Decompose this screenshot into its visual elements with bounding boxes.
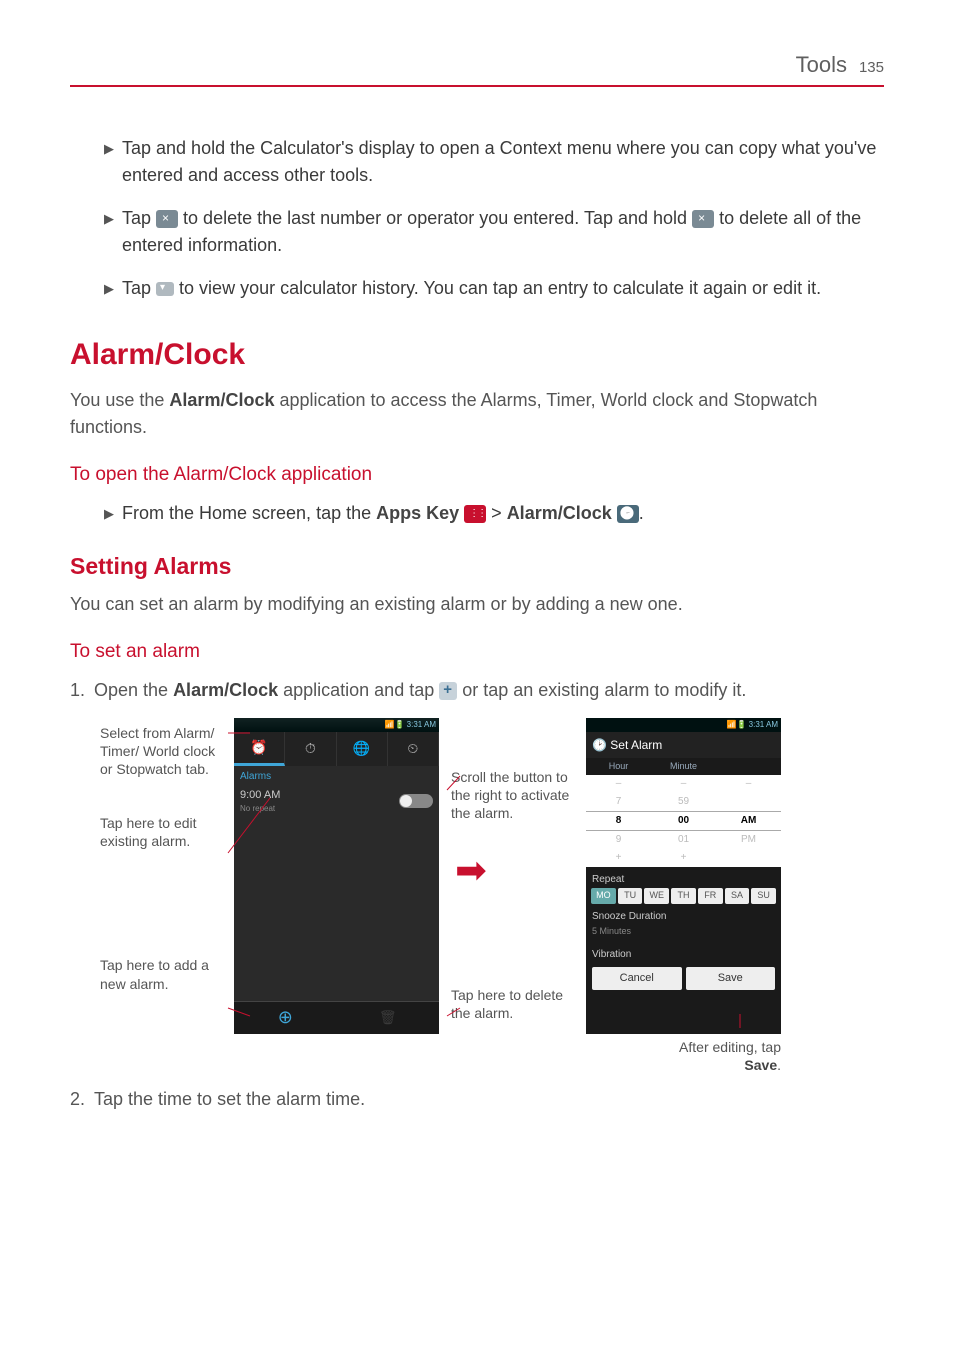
setting-alarms-heading: Setting Alarms bbox=[70, 549, 884, 584]
step-text: Open the Alarm/Clock application and tap… bbox=[94, 677, 884, 704]
step-1: 1. Open the Alarm/Clock application and … bbox=[70, 677, 884, 704]
dropdown-arrow-icon bbox=[156, 282, 174, 296]
annotated-screenshots: Select from Alarm/ Timer/ World clock or… bbox=[100, 718, 884, 1058]
bullet-item: ▶ From the Home screen, tap the Apps Key… bbox=[104, 500, 884, 527]
text-fragment: to delete the last number or operator yo… bbox=[183, 208, 692, 228]
bullet-item: ▶ Tap to view your calculator history. Y… bbox=[104, 275, 884, 302]
bullet-item: ▶ Tap to delete the last number or opera… bbox=[104, 205, 884, 259]
step-number: 2. bbox=[70, 1086, 94, 1113]
calculator-bullets: ▶ Tap and hold the Calculator's display … bbox=[104, 135, 884, 302]
bold-text: Save bbox=[744, 1057, 777, 1073]
open-app-instruction: From the Home screen, tap the Apps Key >… bbox=[122, 500, 884, 527]
bullet-item: ▶ Tap and hold the Calculator's display … bbox=[104, 135, 884, 189]
text-fragment: You use the bbox=[70, 390, 169, 410]
step-number: 1. bbox=[70, 677, 94, 704]
bullet-text: Tap and hold the Calculator's display to… bbox=[122, 135, 884, 189]
bullet-text: Tap to delete the last number or operato… bbox=[122, 205, 884, 259]
text-fragment: . bbox=[777, 1057, 781, 1073]
triangle-bullet-icon: ▶ bbox=[104, 135, 122, 189]
bold-text: Alarm/Clock bbox=[173, 680, 278, 700]
leader-lines bbox=[100, 718, 800, 1058]
add-alarm-plus-icon bbox=[439, 682, 457, 700]
text-fragment: > bbox=[491, 503, 507, 523]
alarm-clock-app-icon bbox=[617, 505, 639, 523]
bold-text: Alarm/Clock bbox=[169, 390, 274, 410]
text-fragment: to view your calculator history. You can… bbox=[179, 278, 821, 298]
text-fragment: Tap bbox=[122, 278, 156, 298]
setting-alarms-intro: You can set an alarm by modifying an exi… bbox=[70, 591, 884, 618]
alarm-clock-intro: You use the Alarm/Clock application to a… bbox=[70, 387, 884, 441]
step-2: 2. Tap the time to set the alarm time. bbox=[70, 1086, 884, 1113]
bullet-text: Tap to view your calculator history. You… bbox=[122, 275, 884, 302]
triangle-bullet-icon: ▶ bbox=[104, 500, 122, 527]
delete-icon bbox=[156, 210, 178, 228]
text-fragment: From the Home screen, tap the bbox=[122, 503, 376, 523]
delete-icon bbox=[692, 210, 714, 228]
open-app-subheading: To open the Alarm/Clock application bbox=[70, 461, 884, 490]
step-text: Tap the time to set the alarm time. bbox=[94, 1086, 884, 1113]
text-fragment: Open the bbox=[94, 680, 173, 700]
text-fragment: . bbox=[639, 503, 644, 523]
apps-key-icon bbox=[464, 505, 486, 523]
alarm-clock-heading: Alarm/Clock bbox=[70, 332, 884, 377]
triangle-bullet-icon: ▶ bbox=[104, 275, 122, 302]
bold-text: Alarm/Clock bbox=[507, 503, 612, 523]
header-section: Tools bbox=[796, 48, 847, 81]
page-header: Tools 135 bbox=[70, 48, 884, 87]
triangle-bullet-icon: ▶ bbox=[104, 205, 122, 259]
text-fragment: application and tap bbox=[278, 680, 439, 700]
text-fragment: Tap bbox=[122, 208, 156, 228]
bold-text: Apps Key bbox=[376, 503, 459, 523]
set-alarm-subheading: To set an alarm bbox=[70, 638, 884, 667]
header-page-number: 135 bbox=[859, 57, 884, 80]
text-fragment: or tap an existing alarm to modify it. bbox=[457, 680, 746, 700]
